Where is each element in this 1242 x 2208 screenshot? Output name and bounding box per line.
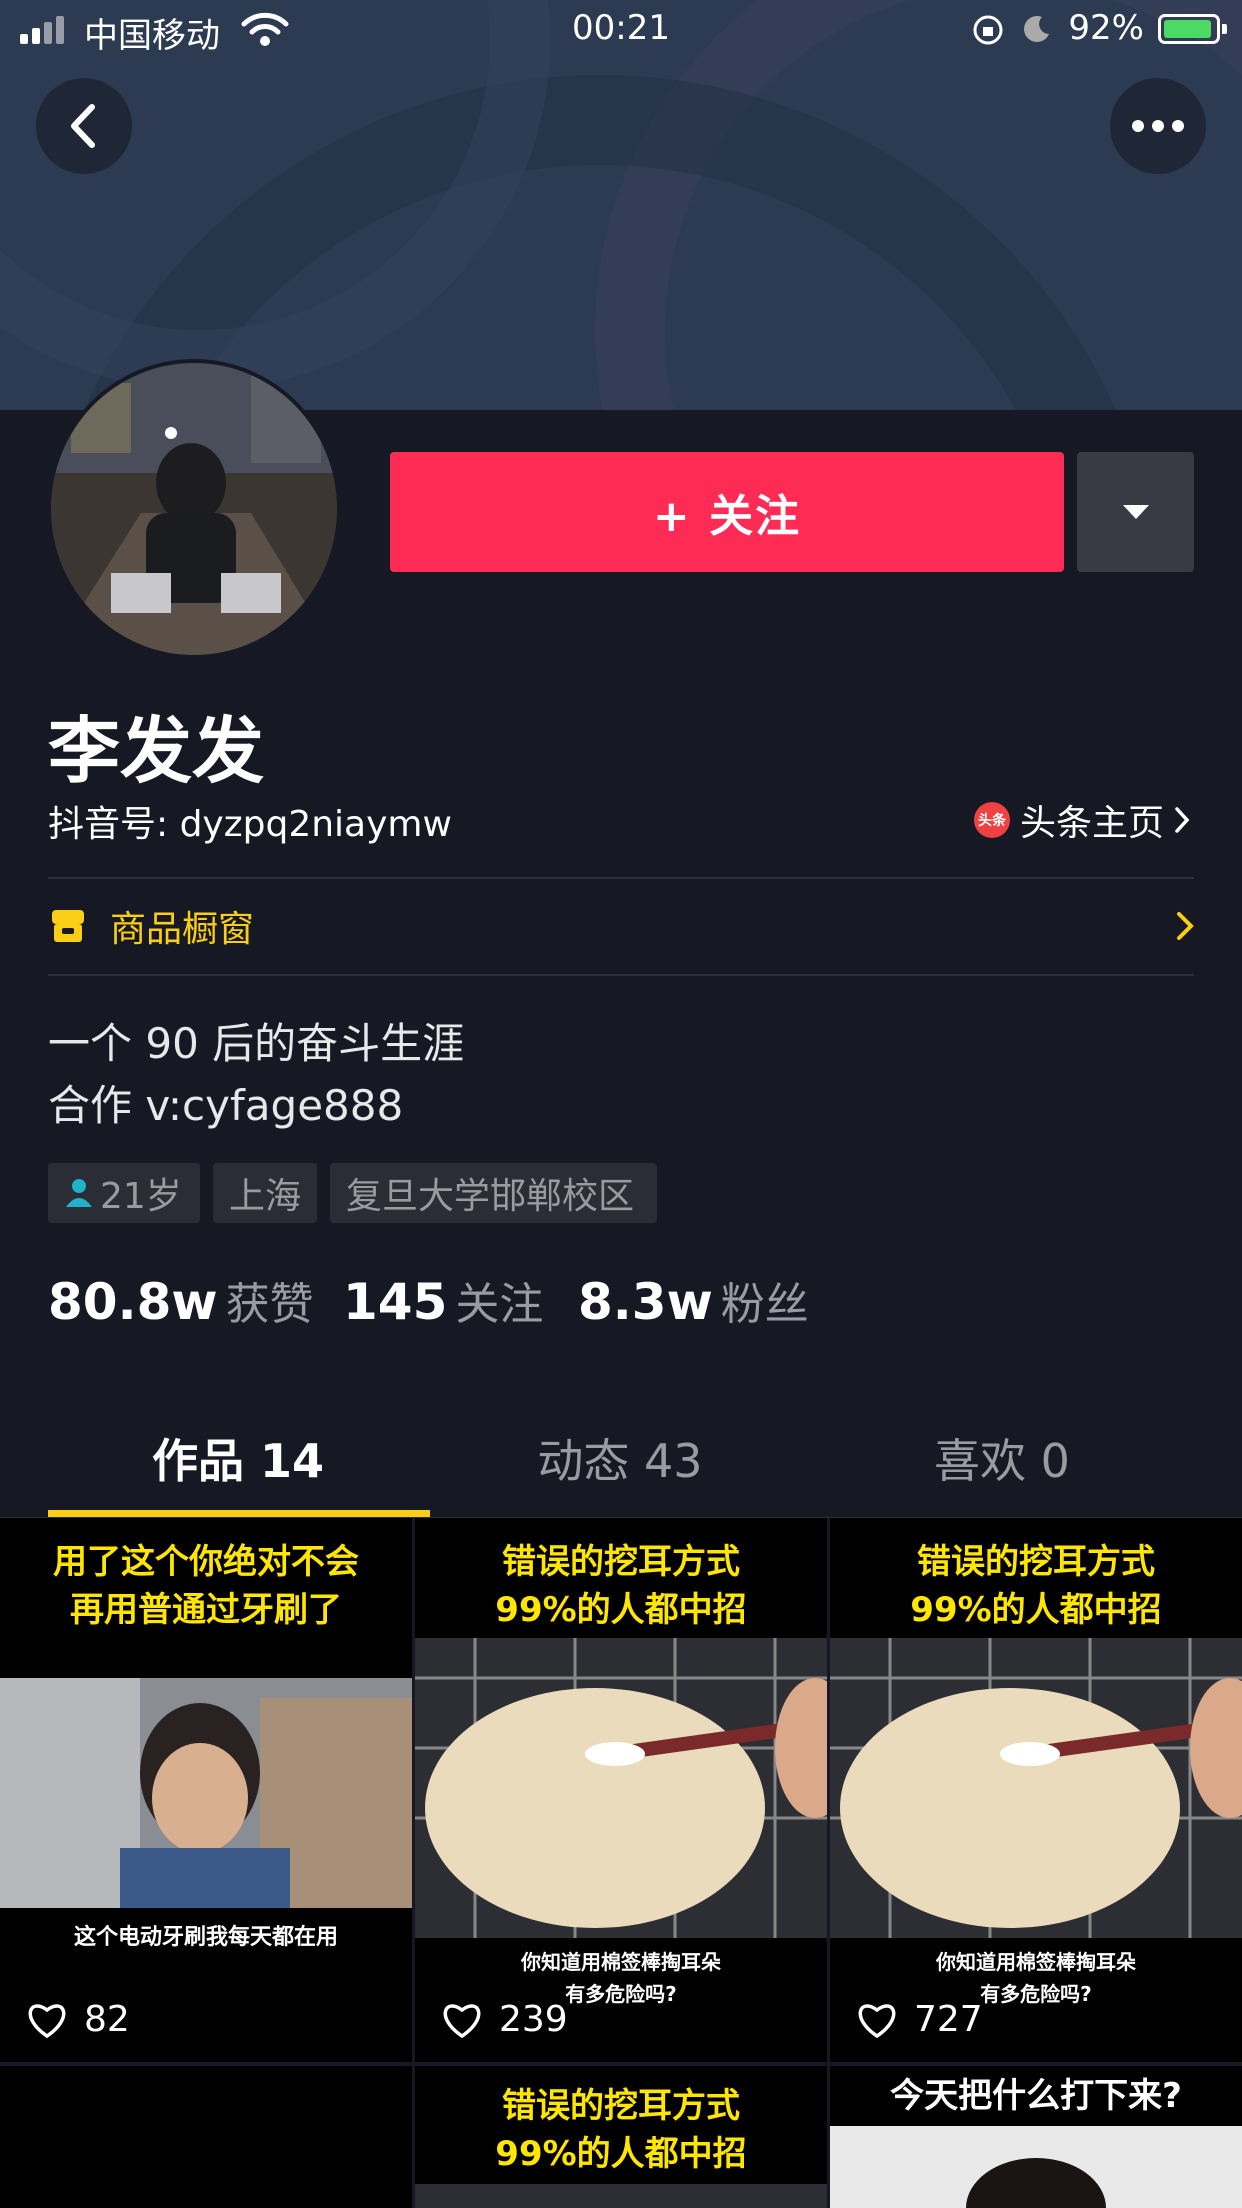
battery-percent: 92% (1068, 8, 1144, 48)
profile-name: 李发发 (48, 709, 265, 793)
chevron-right-icon (1175, 807, 1190, 833)
shop-icon (52, 910, 84, 942)
video-likes: 82 (26, 1999, 130, 2040)
back-icon (71, 104, 95, 148)
video-bottom-caption: 这个电动牙刷我每天都在用 (73, 1925, 338, 1950)
follow-button[interactable]: + 关注 (390, 452, 1064, 572)
followers-count: 8.3w (578, 1273, 713, 1331)
back-button[interactable] (36, 78, 132, 174)
grid-gap (0, 2062, 1242, 2066)
followers-stat[interactable]: 8.3w 粉丝 (578, 1268, 809, 1332)
likes-count: 80.8w (48, 1273, 218, 1331)
status-time: 00:21 (572, 8, 670, 48)
status-bar: 中国移动 00:21 92% (0, 0, 1242, 60)
divider (48, 974, 1194, 976)
recommend-dropdown-button[interactable] (1077, 452, 1194, 572)
orientation-lock-icon (973, 15, 1003, 45)
heart-icon (28, 2003, 66, 2038)
heart-icon (858, 2003, 896, 2038)
toutiao-link-label: 头条主页 (1019, 803, 1164, 844)
douyin-id[interactable]: 抖音号: dyzpq2niaymw (48, 795, 452, 847)
video-tile[interactable]: 错误的挖耳方式 99%的人都中招 你知道用棉签棒掏耳朵 有多危险吗? 239 (415, 1518, 827, 2062)
tab-posts[interactable]: 动态 43 (430, 1425, 810, 1491)
video-top-caption: 用了这个你绝对不会 再用普通过牙刷了 (53, 1542, 359, 1630)
avatar[interactable] (47, 359, 341, 659)
following-label: 关注 (455, 1279, 544, 1330)
age-tag-label: 21岁 (100, 1176, 182, 1217)
age-tag: 21岁 (48, 1163, 200, 1223)
bio-line: 一个 90 后的奋斗生涯 (48, 1019, 465, 1068)
heart-icon (443, 2003, 481, 2038)
video-likes: 239 (441, 1999, 568, 2040)
video-thumbnail (415, 2184, 827, 2208)
likes-label: 获赞 (225, 1279, 314, 1330)
video-tile[interactable]: 错误的挖耳方式 99%的人都中招 (415, 2066, 827, 2208)
video-top-caption: 今天把什么打下来? (890, 2076, 1182, 2116)
video-thumbnail (415, 1638, 827, 1938)
video-tile[interactable]: 用了这个你绝对不会 再用普通过牙刷了 这个电动牙刷我每天都在用 82 (0, 1518, 412, 2062)
product-showcase-row[interactable]: 商品橱窗 (48, 878, 1194, 974)
video-thumbnail (0, 1678, 412, 1908)
video-top-caption: 错误的挖耳方式 99%的人都中招 (495, 2086, 747, 2174)
bio-line: 合作 v:cyfage888 (48, 1081, 404, 1130)
video-top-caption: 错误的挖耳方式 99%的人都中招 (495, 1542, 747, 1630)
active-tab-indicator (48, 1510, 430, 1517)
tab-likes[interactable]: 喜欢 0 (812, 1425, 1192, 1491)
location-tag: 上海 (213, 1163, 317, 1223)
grid-gap (412, 1518, 415, 2208)
tab-works[interactable]: 作品 14 (48, 1425, 428, 1491)
moon-icon (1024, 16, 1049, 42)
toutiao-logo-icon: 头条 (973, 802, 1010, 838)
video-tile[interactable]: 今天把什么打下来? (830, 2066, 1242, 2208)
grid-gap (827, 1518, 830, 2208)
more-button[interactable] (1110, 78, 1206, 174)
user-icon (66, 1179, 92, 1207)
following-count: 145 (343, 1273, 448, 1331)
video-likes: 727 (856, 1999, 983, 2040)
product-showcase-label: 商品橱窗 (110, 909, 255, 950)
video-top-caption: 错误的挖耳方式 99%的人都中招 (910, 1542, 1162, 1630)
video-thumbnail (830, 1638, 1242, 1938)
video-tile[interactable]: 错误的挖耳方式 99%的人都中招 你知道用棉签棒掏耳朵 有多危险吗? 727 (830, 1518, 1242, 2062)
followers-label: 粉丝 (720, 1279, 809, 1330)
battery-icon (1158, 14, 1227, 44)
chevron-right-icon (1177, 912, 1194, 940)
school-tag: 复旦大学邯郸校区 (330, 1163, 657, 1223)
following-stat[interactable]: 145 关注 (343, 1268, 543, 1332)
toutiao-homepage-link[interactable]: 头条 头条主页 (973, 794, 1190, 846)
more-icon (1132, 120, 1184, 132)
video-tile[interactable] (0, 2066, 412, 2208)
likes-stat: 80.8w 获赞 (48, 1268, 314, 1332)
profile-banner (0, 0, 1242, 410)
dropdown-icon (1122, 505, 1149, 519)
